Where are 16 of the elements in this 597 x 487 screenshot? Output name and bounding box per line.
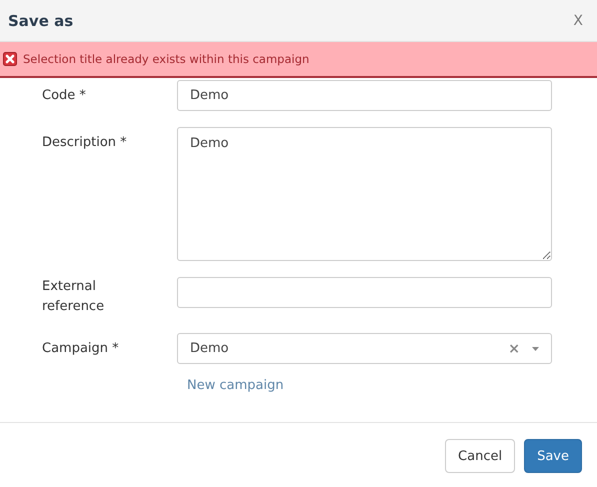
error-icon <box>3 52 17 66</box>
field-label: Campaign * <box>42 340 120 358</box>
field-label: External reference <box>42 278 106 316</box>
cancel-button[interactable]: Cancel <box>445 439 516 473</box>
close-button[interactable]: X <box>573 12 583 28</box>
campaign-select[interactable]: Demo × <box>177 333 552 364</box>
description-field[interactable]: Demo <box>177 127 552 261</box>
save-button[interactable]: Save <box>524 439 582 473</box>
error-message: Selection title already exists within this campaign <box>23 52 310 66</box>
dialog-title: Save as <box>8 12 74 30</box>
input-field[interactable] <box>177 277 552 308</box>
field-label: Code * <box>42 87 87 105</box>
new-campaign-link[interactable]: New campaign <box>187 378 552 393</box>
field-label: Description * <box>42 134 128 152</box>
input-field[interactable]: Demo <box>177 80 552 111</box>
caret-icon <box>532 346 539 350</box>
